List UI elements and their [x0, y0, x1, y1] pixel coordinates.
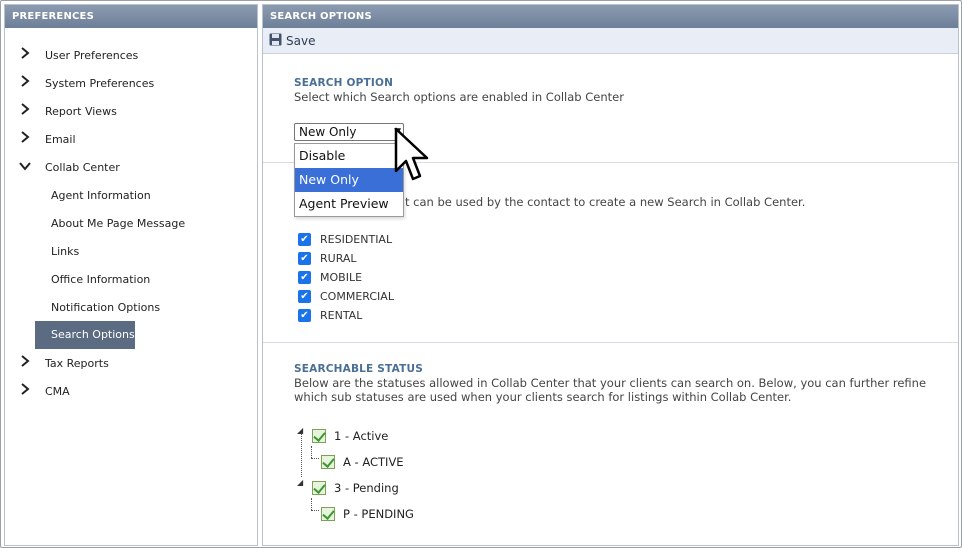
nav-cma[interactable]: CMA — [5, 379, 257, 405]
search-option-select[interactable]: New Only ▼ — [294, 123, 404, 141]
tree-node-pending[interactable]: 3 - Pending — [312, 479, 399, 497]
toolbar: Save — [263, 28, 958, 54]
search-options-header: SEARCH OPTIONS — [263, 5, 958, 28]
search-option-description: Select which Search options are enabled … — [294, 90, 624, 104]
save-button[interactable]: Save — [269, 33, 315, 49]
dropdown-option-new-only[interactable]: New Only — [295, 168, 403, 192]
checkbox-checked-icon[interactable] — [321, 507, 335, 521]
floppy-disk-icon — [269, 33, 282, 49]
chevron-right-icon — [19, 99, 31, 125]
checkbox-mobile[interactable]: ✔ MOBILE — [298, 268, 362, 286]
checkbox-commercial[interactable]: ✔ COMMERCIAL — [298, 287, 394, 305]
nav-about-me-page-message[interactable]: About Me Page Message — [5, 211, 257, 237]
searchable-status-title: SEARCHABLE STATUS — [294, 363, 423, 375]
checkmark-icon: ✔ — [298, 251, 311, 265]
searchable-status-description: Below are the statuses allowed in Collab… — [294, 376, 927, 404]
dropdown-option-disable[interactable]: Disable — [295, 144, 403, 168]
tree-node-p-pending[interactable]: P - PENDING — [321, 505, 414, 523]
nav-system-preferences[interactable]: System Preferences — [5, 71, 257, 97]
checkbox-checked-icon[interactable] — [312, 429, 326, 443]
checkmark-icon: ✔ — [298, 308, 311, 322]
tree-line — [311, 498, 312, 510]
nav-report-views[interactable]: Report Views — [5, 99, 257, 125]
preferences-header: PREFERENCES — [5, 5, 257, 28]
search-options-panel: SEARCH OPTIONS Save SEARCH OPTION Select… — [262, 4, 959, 546]
preferences-panel: PREFERENCES User Preferences System Pref… — [4, 4, 258, 546]
chevron-right-icon — [19, 71, 31, 97]
dropdown-option-agent-preview[interactable]: Agent Preview — [295, 192, 403, 216]
tree-line — [301, 433, 302, 477]
tree-line — [311, 510, 319, 511]
nav-tax-reports[interactable]: Tax Reports — [5, 351, 257, 377]
chevron-right-icon — [19, 127, 31, 153]
nav-links[interactable]: Links — [5, 239, 257, 265]
nav-collab-center[interactable]: Collab Center — [5, 155, 257, 181]
checkmark-icon: ✔ — [298, 270, 311, 284]
chevron-right-icon — [19, 43, 31, 69]
search-option-selected: New Only — [299, 125, 357, 139]
checkbox-residential[interactable]: ✔ RESIDENTIAL — [298, 230, 392, 248]
property-types-description: t can be used by the contact to create a… — [405, 195, 806, 209]
checkbox-checked-icon[interactable] — [321, 455, 335, 469]
nav-office-information[interactable]: Office Information — [5, 267, 257, 293]
nav-search-options[interactable]: Search Options — [35, 321, 135, 349]
nav-notification-options[interactable]: Notification Options — [5, 295, 257, 321]
search-option-title: SEARCH OPTION — [294, 77, 394, 89]
nav-user-preferences[interactable]: User Preferences — [5, 43, 257, 69]
tree-node-active[interactable]: 1 - Active — [312, 427, 388, 445]
chevron-down-icon — [19, 155, 31, 181]
tree-line — [311, 458, 319, 459]
chevron-right-icon — [19, 351, 31, 377]
chevron-right-icon — [19, 379, 31, 405]
tree-line — [311, 446, 312, 458]
save-label: Save — [286, 34, 316, 48]
checkbox-rental[interactable]: ✔ RENTAL — [298, 306, 362, 324]
checkbox-rural[interactable]: ✔ RURAL — [298, 249, 357, 267]
tree-node-a-active[interactable]: A - ACTIVE — [321, 453, 404, 471]
mouse-pointer-icon — [393, 127, 431, 186]
section-divider — [263, 342, 958, 343]
nav-email[interactable]: Email — [5, 127, 257, 153]
checkmark-icon: ✔ — [298, 289, 311, 303]
checkmark-icon: ✔ — [298, 232, 311, 246]
search-option-dropdown: Disable New Only Agent Preview — [294, 143, 404, 217]
checkbox-checked-icon[interactable] — [312, 481, 326, 495]
nav-agent-information[interactable]: Agent Information — [5, 183, 257, 209]
collapse-triangle-icon[interactable]: ◢ — [297, 478, 303, 487]
